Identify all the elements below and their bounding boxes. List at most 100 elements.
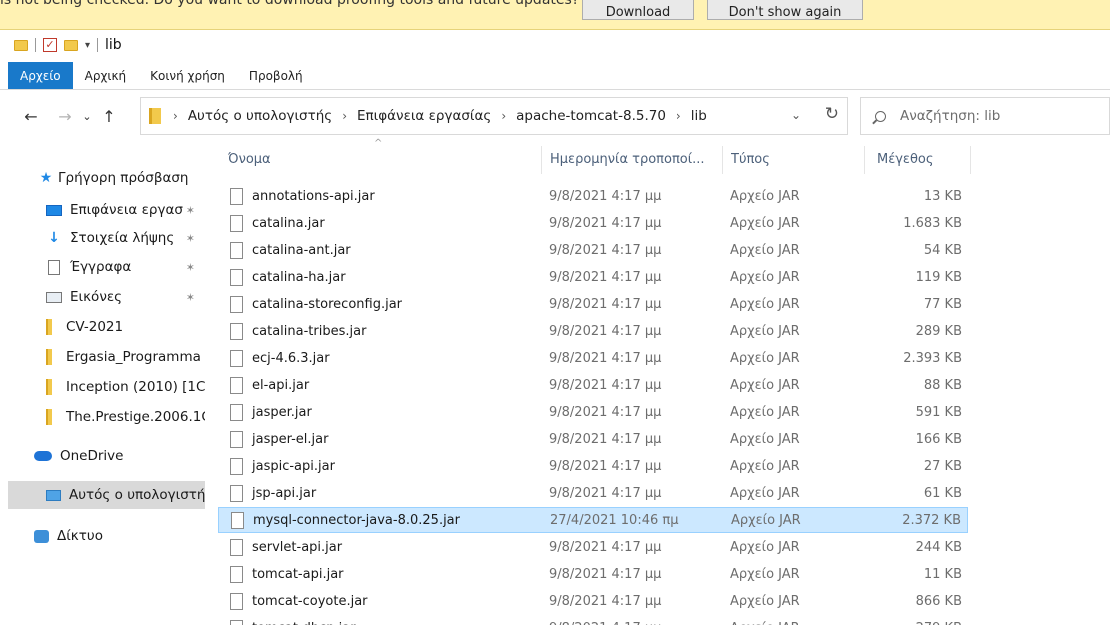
breadcrumb-lib[interactable]: lib [691, 108, 707, 124]
table-row[interactable]: catalina-storeconfig.jar 9/8/2021 4:17 μμ… [218, 291, 968, 317]
column-header-name[interactable]: Όνομα [228, 146, 538, 172]
breadcrumb-this-pc[interactable]: Αυτός ο υπολογιστής [188, 108, 332, 124]
sidebar-item-this-pc[interactable]: Αυτός ο υπολογιστής [8, 481, 205, 509]
tab-home[interactable]: Αρχική [73, 62, 139, 89]
column-header-date[interactable]: Ημερομηνία τροποποί... [550, 146, 720, 172]
chevron-right-icon[interactable]: › [501, 109, 506, 123]
file-date: 9/8/2021 4:17 μμ [549, 377, 662, 393]
table-row[interactable]: tomcat-api.jar 9/8/2021 4:17 μμ Αρχείο JAR… [218, 561, 968, 587]
sidebar-item-prestige[interactable]: The.Prestige.2006.1C [0, 403, 205, 431]
pictures-icon [46, 291, 62, 303]
table-row[interactable]: annotations-api.jar 9/8/2021 4:17 μμ Αρχεί… [218, 183, 968, 209]
sidebar-item-desktop[interactable]: Επιφάνεια εργασ ✶ [0, 196, 205, 224]
sidebar-item-inception[interactable]: Inception (2010) [1C [0, 373, 205, 401]
file-size: 166 KB [915, 431, 962, 447]
breadcrumb-desktop[interactable]: Επιφάνεια εργασίας [357, 108, 491, 124]
address-bar[interactable]: › Αυτός ο υπολογιστής › Επιφάνεια εργασί… [140, 97, 848, 135]
file-size: 244 KB [915, 539, 962, 555]
file-date: 9/8/2021 4:17 μμ [549, 296, 662, 312]
new-folder-icon[interactable] [64, 39, 78, 51]
properties-icon[interactable]: ✓ [43, 38, 57, 52]
up-arrow-icon[interactable]: ↑ [98, 107, 120, 126]
file-date: 9/8/2021 4:17 μμ [549, 566, 662, 582]
search-placeholder[interactable]: Αναζήτηση: lib [900, 108, 1000, 124]
forward-arrow-icon[interactable]: → [54, 107, 76, 126]
file-icon [230, 322, 243, 340]
tab-view[interactable]: Προβολή [237, 62, 315, 89]
table-row[interactable]: catalina-ha.jar 9/8/2021 4:17 μμ Αρχείο JA… [218, 264, 968, 290]
table-row[interactable]: jsp-api.jar 9/8/2021 4:17 μμ Αρχείο JAR 61 … [218, 480, 968, 506]
pin-icon[interactable]: ✶ [186, 232, 195, 245]
chevron-right-icon[interactable]: › [676, 109, 681, 123]
chevron-down-icon[interactable]: ⌄ [791, 108, 801, 122]
sidebar-item-downloads[interactable]: ↓ Στοιχεία λήψης ✶ [0, 224, 205, 252]
file-type: Αρχείο JAR [730, 323, 800, 339]
table-row[interactable]: tomcat-dbcp.jar 9/8/2021 4:17 μμ Αρχείο JA… [218, 615, 968, 625]
table-row[interactable]: servlet-api.jar 9/8/2021 4:17 μμ Αρχείο JA… [218, 534, 968, 560]
breadcrumb-tomcat[interactable]: apache-tomcat-8.5.70 [516, 108, 666, 124]
folder-icon [46, 319, 52, 335]
sidebar-item-cv-2021[interactable]: CV-2021 [0, 313, 205, 341]
column-header-size[interactable]: Μέγεθος [877, 146, 967, 172]
table-row[interactable]: catalina-tribes.jar 9/8/2021 4:17 μμ Αρχεί… [218, 318, 968, 344]
table-row[interactable]: tomcat-coyote.jar 9/8/2021 4:17 μμ Αρχείο … [218, 588, 968, 614]
customize-toolbar-icon[interactable]: ▾ [85, 40, 90, 51]
file-name: catalina.jar [252, 215, 325, 231]
file-icon [230, 376, 243, 394]
navigation-pane: ★ Γρήγορη πρόσβαση Επιφάνεια εργασ ✶ ↓ Σ… [0, 150, 205, 625]
desktop-icon [46, 204, 62, 216]
file-type: Αρχείο JAR [730, 350, 800, 366]
search-box[interactable]: Αναζήτηση: lib [860, 97, 1110, 135]
column-divider[interactable] [722, 146, 723, 174]
column-divider[interactable] [864, 146, 865, 174]
file-size: 289 KB [915, 323, 962, 339]
table-row[interactable]: catalina.jar 9/8/2021 4:17 μμ Αρχείο JAR 1.… [218, 210, 968, 236]
file-date: 9/8/2021 4:17 μμ [549, 539, 662, 555]
file-date: 9/8/2021 4:17 μμ [549, 485, 662, 501]
file-type: Αρχείο JAR [730, 215, 800, 231]
sidebar-item-pictures[interactable]: Εικόνες ✶ [0, 283, 205, 311]
refresh-icon[interactable]: ↻ [825, 104, 839, 124]
dont-show-again-button[interactable]: Don't show again [707, 0, 863, 20]
sidebar-item-ergasia[interactable]: Ergasia_Programma [0, 343, 205, 371]
file-size: 61 KB [923, 485, 962, 501]
pin-icon[interactable]: ✶ [186, 204, 195, 217]
pin-icon[interactable]: ✶ [186, 261, 195, 274]
file-size: 13 KB [923, 188, 962, 204]
chevron-right-icon[interactable]: › [342, 109, 347, 123]
column-divider[interactable] [970, 146, 971, 174]
sidebar-item-network[interactable]: Δίκτυο [0, 522, 205, 550]
table-row[interactable]: jasper.jar 9/8/2021 4:17 μμ Αρχείο JAR 591 … [218, 399, 968, 425]
table-row[interactable]: el-api.jar 9/8/2021 4:17 μμ Αρχείο JAR 88 K… [218, 372, 968, 398]
file-name: catalina-ha.jar [252, 269, 346, 285]
tab-file[interactable]: Αρχείο [8, 62, 73, 89]
onedrive-icon [34, 451, 52, 461]
chevron-right-icon[interactable]: › [173, 109, 178, 123]
file-icon [230, 295, 243, 313]
file-type: Αρχείο JAR [730, 458, 800, 474]
file-type: Αρχείο JAR [730, 431, 800, 447]
download-button[interactable]: Download [582, 0, 694, 20]
file-name: catalina-tribes.jar [252, 323, 367, 339]
file-size: 591 KB [915, 404, 962, 420]
back-arrow-icon[interactable]: ← [20, 107, 42, 126]
file-name: tomcat-dbcp.jar [252, 621, 356, 625]
table-row[interactable]: jasper-el.jar 9/8/2021 4:17 μμ Αρχείο JAR 1… [218, 426, 968, 452]
sidebar-item-documents[interactable]: Έγγραφα ✶ [0, 253, 205, 281]
tab-share[interactable]: Κοινή χρήση [138, 62, 237, 89]
pin-icon[interactable]: ✶ [186, 291, 195, 304]
table-row[interactable]: ecj-4.6.3.jar 9/8/2021 4:17 μμ Αρχείο JAR 2… [218, 345, 968, 371]
file-date: 9/8/2021 4:17 μμ [549, 350, 662, 366]
file-date: 9/8/2021 4:17 μμ [549, 242, 662, 258]
file-icon [231, 511, 244, 529]
table-row[interactable]: mysql-connector-java-8.0.25.jar 27/4/2021… [218, 507, 968, 533]
file-type: Αρχείο JAR [730, 621, 800, 625]
column-header-type[interactable]: Τύπος [731, 146, 861, 172]
sidebar-item-label: OneDrive [60, 448, 124, 464]
table-row[interactable]: catalina-ant.jar 9/8/2021 4:17 μμ Αρχείο J… [218, 237, 968, 263]
column-divider[interactable] [541, 146, 542, 174]
sidebar-item-onedrive[interactable]: OneDrive [0, 442, 205, 470]
sidebar-item-quick-access[interactable]: ★ Γρήγορη πρόσβαση [0, 164, 205, 192]
table-row[interactable]: jaspic-api.jar 9/8/2021 4:17 μμ Αρχείο JAR… [218, 453, 968, 479]
recent-locations-icon[interactable]: ⌄ [76, 110, 98, 123]
